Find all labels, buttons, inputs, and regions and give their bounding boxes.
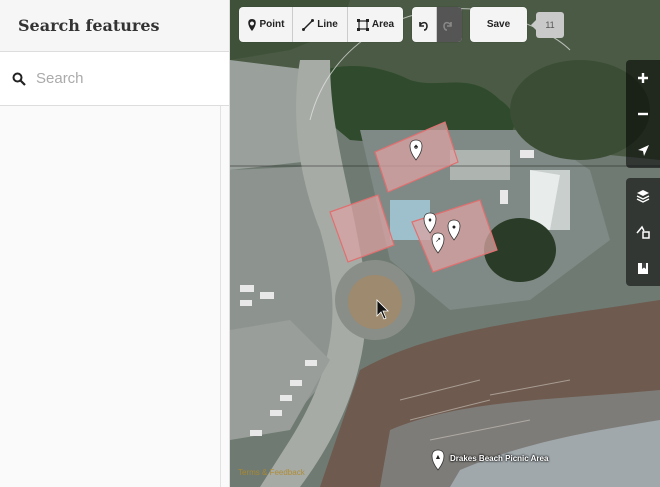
poi-label: Drakes Beach Picnic Area — [450, 454, 549, 463]
search-input[interactable] — [36, 70, 206, 87]
undo-icon — [418, 21, 428, 31]
sidebar-title: Search features — [18, 16, 160, 35]
svg-text:●: ● — [452, 224, 456, 231]
draw-mode-toolbar: Point Line Area — [239, 7, 403, 42]
edit-count-badge: 11 — [531, 12, 564, 38]
minus-icon — [638, 112, 648, 116]
sidebar: Search features — [0, 0, 230, 487]
background-layers-button[interactable] — [626, 178, 660, 214]
feature-list — [0, 106, 229, 487]
svg-text:↗: ↗ — [435, 237, 441, 244]
add-line-button[interactable]: Line — [293, 7, 348, 42]
satellite-imagery: ♠ ♦ ● ↗ ▲ — [230, 0, 660, 487]
map-canvas[interactable]: ♠ ♦ ● ↗ ▲ — [230, 0, 660, 487]
zoom-out-button[interactable] — [626, 96, 660, 132]
area-icon — [356, 18, 369, 31]
redo-icon — [443, 21, 452, 31]
line-label: Line — [317, 19, 338, 30]
save-button[interactable]: Save — [470, 7, 527, 42]
geolocate-button[interactable] — [626, 132, 660, 168]
map-data-button[interactable] — [626, 214, 660, 250]
undo-redo-toolbar — [412, 7, 462, 42]
sidebar-header: Search features — [0, 0, 229, 52]
layers-icon — [636, 190, 650, 203]
sidebar-scrollbar[interactable] — [220, 106, 221, 487]
line-icon — [302, 18, 315, 31]
data-shapes-icon — [636, 225, 650, 239]
zoom-controls — [626, 60, 660, 168]
save-label: Save — [486, 19, 511, 30]
save-toolbar: Save — [470, 7, 527, 42]
location-arrow-icon — [637, 144, 649, 156]
issues-button[interactable] — [626, 250, 660, 286]
svg-text:▲: ▲ — [435, 454, 442, 461]
map-panes-controls — [626, 178, 660, 286]
add-area-button[interactable]: Area — [348, 7, 403, 42]
undo-button[interactable] — [412, 7, 437, 42]
point-icon — [247, 18, 256, 31]
plus-icon — [638, 73, 648, 83]
zoom-in-button[interactable] — [626, 60, 660, 96]
svg-text:♦: ♦ — [428, 217, 432, 224]
point-label: Point — [259, 19, 285, 30]
area-label: Area — [371, 19, 395, 30]
add-point-button[interactable]: Point — [239, 7, 293, 42]
attribution-link[interactable]: Terms & Feedback — [238, 468, 305, 477]
redo-button[interactable] — [437, 7, 462, 42]
search-bar[interactable] — [0, 52, 229, 106]
search-icon — [12, 72, 26, 86]
bookmark-icon — [638, 262, 648, 274]
